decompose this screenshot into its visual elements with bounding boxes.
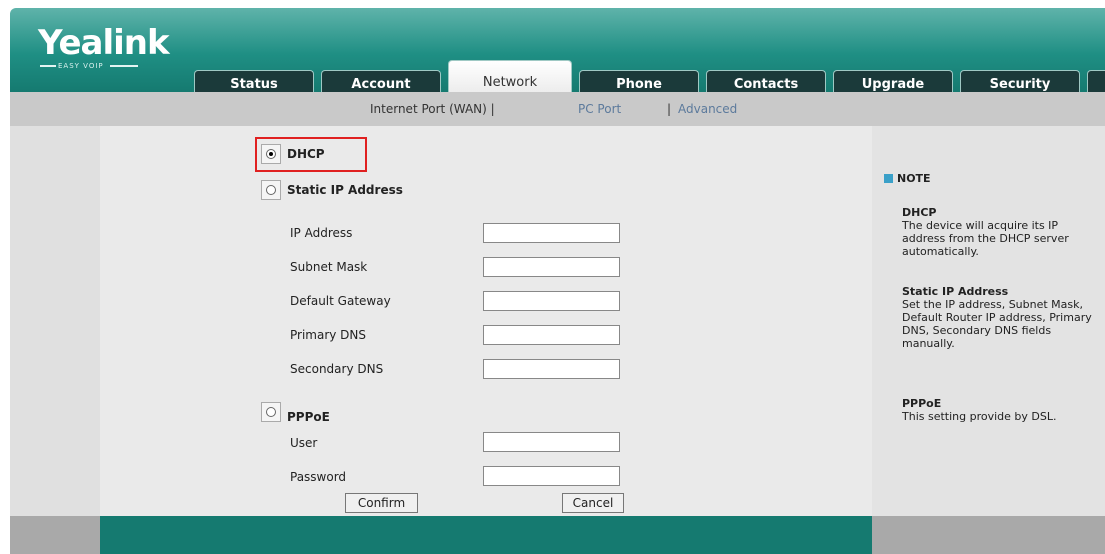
footer-left (10, 516, 100, 554)
subnet-mask-label: Subnet Mask (290, 260, 368, 274)
default-gateway-input[interactable] (483, 291, 620, 311)
note-icon (884, 174, 893, 183)
subnav-wan[interactable]: Internet Port (WAN) | (370, 102, 495, 116)
note-pppoe-text: This setting provide by DSL. (902, 410, 1057, 423)
primary-dns-input[interactable] (483, 325, 620, 345)
note-dhcp-heading: DHCP (902, 206, 937, 219)
password-label: Password (290, 470, 347, 484)
pppoe-radio-box[interactable] (261, 402, 281, 422)
note-static-heading: Static IP Address (902, 285, 1009, 298)
subnav-pc-port[interactable]: PC Port (578, 102, 621, 116)
subnav-separator: | (667, 102, 672, 116)
ip-address-input[interactable] (483, 223, 620, 243)
footer-bar (100, 516, 872, 554)
network-form: DHCP Static IP Address IP Address Subnet… (100, 126, 872, 516)
user-label: User (290, 436, 318, 450)
sub-navigation: Internet Port (WAN) | PC Port | Advanced (10, 92, 1105, 126)
secondary-dns-label: Secondary DNS (290, 362, 384, 376)
note-title: NOTE (897, 172, 931, 185)
static-ip-radio-box[interactable] (261, 180, 281, 200)
yealink-logo: Yealink (38, 23, 170, 63)
user-input[interactable] (483, 432, 620, 452)
note-dhcp: DHCP The device will acquire its IP addr… (902, 206, 1092, 258)
secondary-dns-input[interactable] (483, 359, 620, 379)
password-input[interactable] (483, 466, 620, 486)
logo-bar-left (40, 65, 56, 67)
subnet-mask-input[interactable] (483, 257, 620, 277)
logo-bar-right (110, 65, 138, 67)
primary-dns-label: Primary DNS (290, 328, 367, 342)
ip-address-label: IP Address (290, 226, 353, 240)
default-gateway-label: Default Gateway (290, 294, 391, 308)
note-static-text: Set the IP address, Subnet Mask, Default… (902, 298, 1092, 350)
static-ip-radio[interactable] (266, 185, 276, 195)
note-static: Static IP Address Set the IP address, Su… (902, 285, 1092, 350)
left-margin (10, 126, 100, 516)
note-pppoe: PPPoE This setting provide by DSL. (902, 397, 1092, 423)
logo-subtitle: EASY VOIP (58, 62, 104, 70)
note-dhcp-text: The device will acquire its IP address f… (902, 219, 1069, 258)
pppoe-radio[interactable] (266, 407, 276, 417)
cancel-button[interactable]: Cancel (562, 493, 624, 513)
dhcp-highlight-box (255, 137, 367, 172)
note-pppoe-heading: PPPoE (902, 397, 942, 410)
header-bar: Yealink EASY VOIP Status Account Network… (10, 8, 1105, 100)
confirm-button[interactable]: Confirm (345, 493, 418, 513)
static-ip-label: Static IP Address (287, 183, 403, 197)
pppoe-label: PPPoE (287, 410, 330, 424)
footer-right (872, 516, 1105, 554)
subnav-advanced[interactable]: Advanced (678, 102, 737, 116)
